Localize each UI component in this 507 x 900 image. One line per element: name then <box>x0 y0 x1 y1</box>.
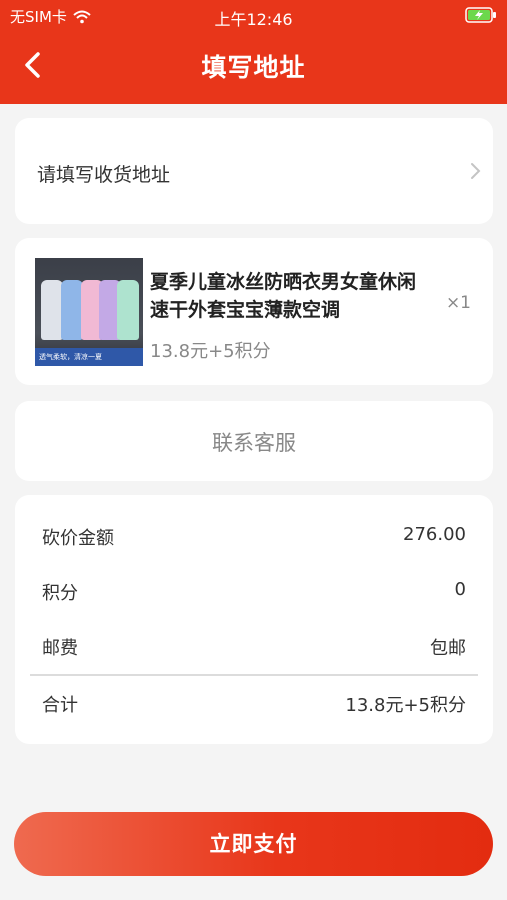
app-header: 无SIM卡 上午12:46 填写地址 <box>0 0 507 104</box>
summary-label: 砍价金额 <box>42 528 114 549</box>
status-bar: 无SIM卡 上午12:46 <box>0 0 507 30</box>
product-image: 透气柔软，清凉一夏 <box>35 258 143 366</box>
summary-label: 积分 <box>42 583 78 604</box>
product-image-banner: 透气柔软，清凉一夏 <box>35 348 143 366</box>
product-quantity: ×1 <box>445 293 471 313</box>
total-value: 13.8元+5积分 <box>345 695 466 716</box>
battery-charging-icon <box>465 7 496 23</box>
contact-service-label: 联系客服 <box>212 431 296 455</box>
contact-service-button[interactable]: 联系客服 <box>15 401 493 481</box>
product-title: 夏季儿童冰丝防晒衣男女童休闲速干外套宝宝薄款空调 <box>150 271 417 321</box>
address-placeholder: 请填写收货地址 <box>37 164 171 186</box>
address-selector[interactable]: 请填写收货地址 <box>15 118 493 224</box>
summary-value: 包邮 <box>430 638 466 659</box>
product-item: 透气柔软，清凉一夏 夏季儿童冰丝防晒衣男女童休闲速干外套宝宝薄款空调 13.8元… <box>15 238 493 385</box>
status-time: 上午12:46 <box>214 10 293 29</box>
summary-divider <box>30 674 478 676</box>
chevron-right-icon <box>471 163 481 179</box>
page-title: 填写地址 <box>201 53 306 82</box>
order-summary: 砍价金额 276.00 积分 0 邮费 包邮 合计 13.8元+5积分 <box>15 495 493 744</box>
summary-label: 邮费 <box>42 638 78 659</box>
summary-value: 0 <box>454 579 466 600</box>
pay-now-button[interactable]: 立即支付 <box>14 812 493 876</box>
total-label: 合计 <box>42 695 78 716</box>
product-price: 13.8元+5积分 <box>150 341 271 362</box>
summary-value: 276.00 <box>403 524 466 545</box>
